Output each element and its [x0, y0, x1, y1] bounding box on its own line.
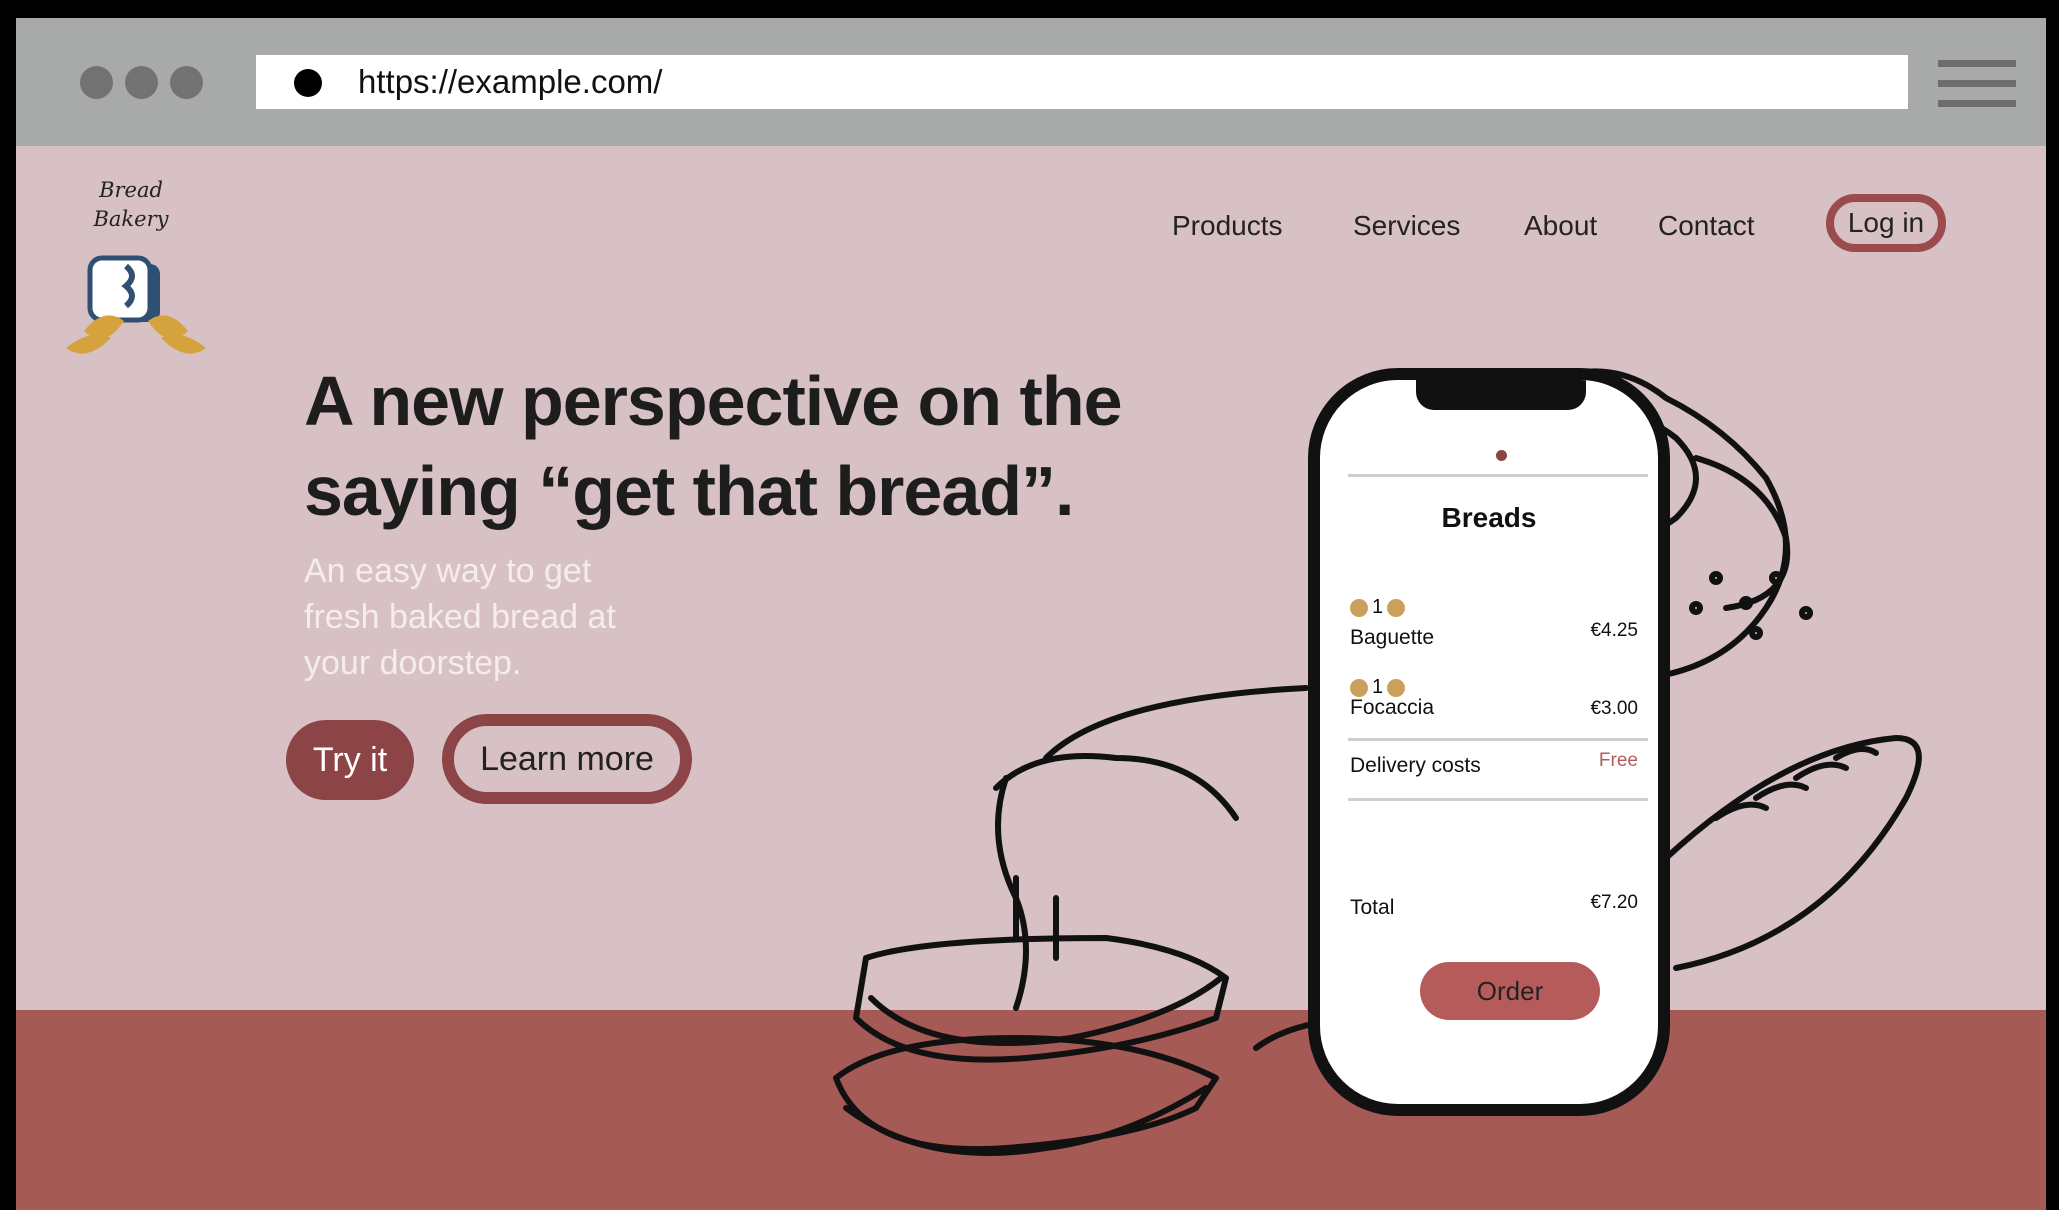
window-control-maximize[interactable]: [170, 66, 203, 99]
plus-icon[interactable]: [1387, 598, 1406, 617]
quantity-stepper[interactable]: 1: [1350, 596, 1406, 619]
logo-text: Bread Bakery: [93, 178, 169, 231]
divider: [1348, 474, 1648, 477]
cart-title: Breads: [1441, 502, 1537, 533]
plus-icon[interactable]: [1387, 678, 1406, 697]
nav-services[interactable]: Services: [1353, 210, 1460, 242]
window-control-minimize[interactable]: [125, 66, 158, 99]
browser-window: https://example.com/ Bread Bakery Produc…: [16, 18, 2046, 1210]
browser-toolbar: https://example.com/: [16, 18, 2046, 146]
camera-dot-icon: [1496, 450, 1507, 461]
hero-headline: A new perspective on the saying “get tha…: [304, 362, 1123, 530]
floor-band: [16, 1010, 2046, 1210]
quantity-value: 1: [1372, 596, 1384, 618]
divider: [1348, 738, 1648, 741]
phone-mockup: Breads 1 Baguette €4.25 1 Focaccia €3.00…: [1308, 368, 1670, 1116]
cart-item-price: €3.00: [1590, 698, 1638, 719]
total-label: Total: [1350, 896, 1395, 919]
address-bar[interactable]: https://example.com/: [256, 55, 1908, 109]
hero-subtitle: An easy way to get fresh baked bread at …: [304, 552, 616, 682]
nav-contact[interactable]: Contact: [1658, 210, 1755, 242]
cart-item-price: €4.25: [1590, 620, 1638, 641]
nav-about[interactable]: About: [1524, 210, 1597, 242]
phone-notch: [1416, 380, 1586, 410]
order-button[interactable]: Order: [1420, 962, 1600, 1020]
window-control-close[interactable]: [80, 66, 113, 99]
url-text[interactable]: https://example.com/: [358, 63, 662, 101]
divider: [1348, 798, 1648, 801]
delivery-value: Free: [1598, 750, 1638, 771]
menu-icon[interactable]: [1938, 60, 2016, 112]
cart-item-name: Baguette: [1350, 626, 1435, 649]
secure-dot-icon: [294, 69, 322, 97]
minus-icon[interactable]: [1350, 678, 1368, 697]
minus-icon[interactable]: [1350, 598, 1368, 617]
try-it-button[interactable]: Try it: [286, 720, 414, 800]
delivery-label: Delivery costs: [1350, 754, 1481, 777]
nav-products[interactable]: Products: [1172, 210, 1283, 242]
learn-more-button[interactable]: Learn more: [442, 714, 692, 804]
login-button[interactable]: Log in: [1826, 194, 1946, 252]
total-value: €7.20: [1590, 892, 1638, 913]
cart-item-name: Focaccia: [1350, 696, 1435, 719]
